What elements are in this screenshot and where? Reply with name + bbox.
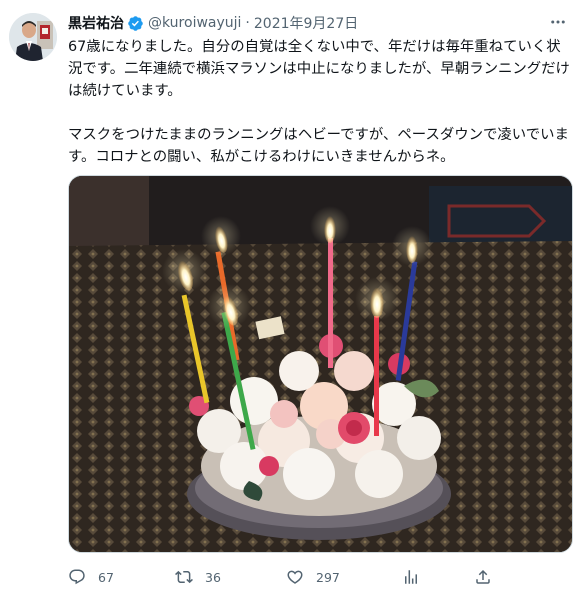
birthday-cake-photo [69, 176, 572, 552]
heart-icon [287, 570, 303, 584]
like-button[interactable]: 297 [286, 568, 340, 586]
avatar-image [9, 13, 57, 61]
tweet-photo[interactable] [68, 175, 573, 553]
avatar[interactable] [9, 13, 57, 61]
tweet-paragraph: マスクをつけたままのランニングはヘビーですが、ペースダウンで凌いでいます。コロナ… [68, 127, 569, 165]
more-options-button[interactable] [547, 12, 569, 32]
like-count: 297 [316, 569, 340, 585]
tweet-actions: 67 36 297 [68, 565, 508, 589]
reply-button[interactable]: 67 [68, 568, 114, 586]
share-icon [476, 569, 490, 584]
share-button[interactable] [474, 568, 492, 586]
tweet-header: 黒岩祐治 @kuroiwayuji · 2021年9月27日 [68, 12, 358, 34]
separator: · [245, 15, 250, 31]
tweet-text: 67歳になりました。自分の自覚は全くない中で、年だけは毎年重ねていく状況です。二… [68, 36, 573, 168]
handle[interactable]: @kuroiwayuji [148, 15, 241, 31]
retweet-icon [175, 570, 193, 584]
display-name[interactable]: 黒岩祐治 [68, 13, 124, 33]
tweet-date[interactable]: 2021年9月27日 [254, 13, 358, 33]
retweet-button[interactable]: 36 [175, 568, 221, 586]
tweet-paragraph: 67歳になりました。自分の自覚は全くない中で、年だけは毎年重ねていく状況です。二… [68, 39, 570, 99]
reply-count: 67 [98, 569, 114, 585]
reply-icon [69, 569, 85, 585]
tweet: 黒岩祐治 @kuroiwayuji · 2021年9月27日 67歳になりました… [0, 0, 583, 598]
verified-badge-icon [128, 15, 143, 31]
stats-icon [405, 570, 417, 584]
stats-button[interactable] [402, 568, 420, 586]
more-icon [551, 20, 565, 24]
retweet-count: 36 [205, 569, 221, 585]
